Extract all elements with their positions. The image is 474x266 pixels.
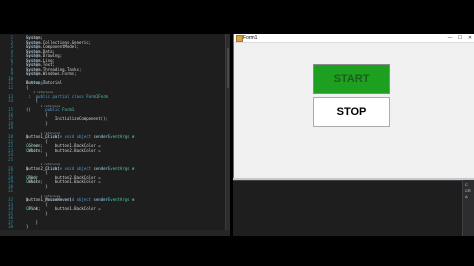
start-button[interactable]: START [313,64,390,94]
side-panel-label-1: C [465,182,468,187]
side-panel-label-2: CR [465,188,471,193]
side-panel-strip[interactable]: C CR A [462,180,474,236]
app-icon [236,35,243,42]
line-number: 38 [8,224,13,229]
window-titlebar[interactable]: Form1 — ☐ ✕ [234,34,474,43]
scrollbar-thumb[interactable] [227,48,229,88]
form1-window: Form1 — ☐ ✕ START STOP [233,34,474,178]
side-panel-label-3: A [465,194,468,199]
stop-button[interactable]: STOP [313,97,390,127]
maximize-icon[interactable]: ☐ [455,34,465,42]
code-editor[interactable]: 1 using System; 2 using System.Collections.… [0,34,230,236]
output-panel [233,180,462,237]
code-line[interactable]: 38} [0,224,222,229]
code-token: } [26,224,29,229]
editor-vertical-scrollbar[interactable] [225,34,230,236]
letterbox-bottom [0,236,474,266]
minimize-icon[interactable]: — [445,34,455,42]
close-icon[interactable]: ✕ [465,34,474,42]
window-title: Form1 [243,35,258,41]
letterbox-top [0,0,474,34]
